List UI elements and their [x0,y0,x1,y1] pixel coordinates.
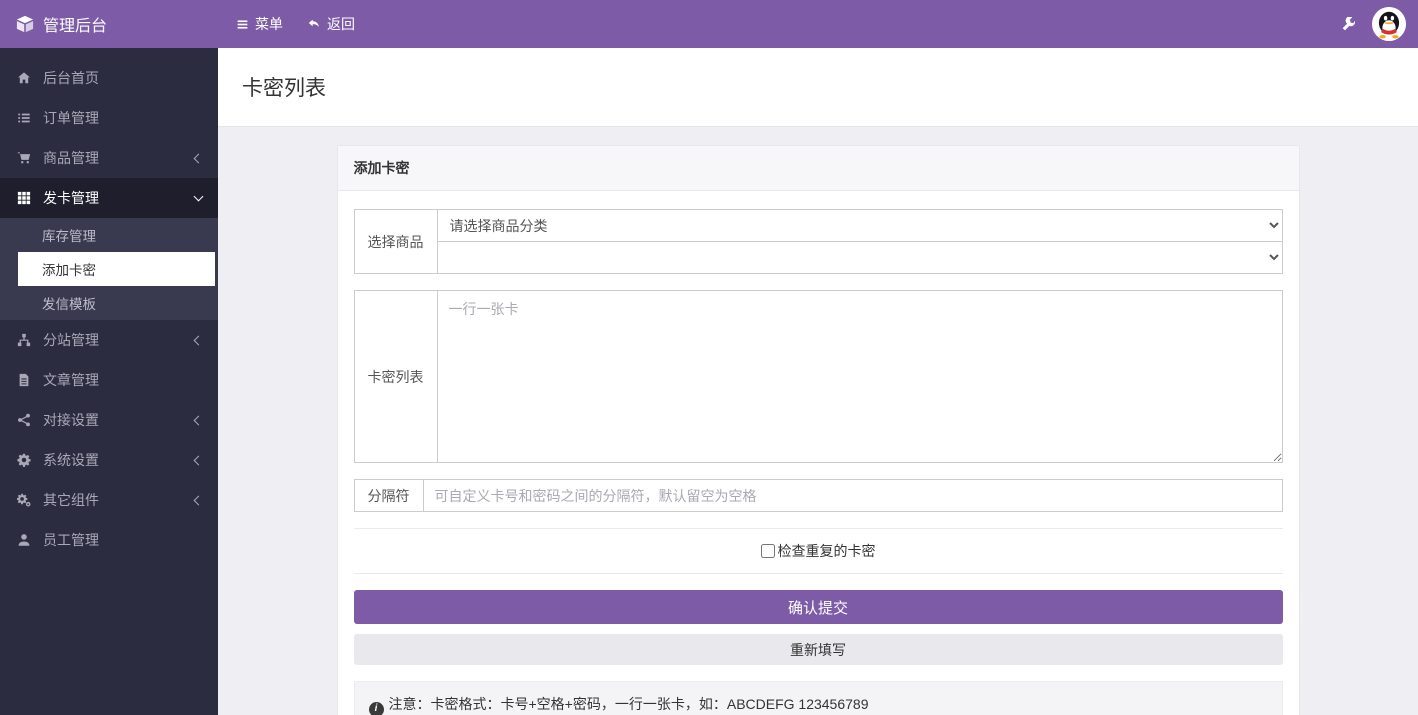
check-duplicates-row: 检查重复的卡密 [354,529,1283,573]
check-duplicates-label: 检查重复的卡密 [777,543,876,559]
note-line-1: 注意：卡密格式：卡号+空格+密码，一行一张卡，如：ABCDEFG 1234567… [388,696,869,712]
brand-title: 管理后台 [43,18,108,35]
card-list-row: 卡密列表 [353,290,1283,463]
user-icon [16,533,32,547]
sidebar-subitem-label: 添加卡密 [42,263,96,278]
menu-bars-icon [236,18,249,31]
product-category-select[interactable]: 请选择商品分类 [436,209,1283,242]
sidebar-item-label: 分站管理 [43,332,99,348]
cogs-icon [16,493,32,507]
product-selects: 请选择商品分类 [436,209,1283,274]
sitemap-icon [16,333,32,347]
card-management-submenu: 库存管理 添加卡密 发信模板 [0,218,218,320]
top-menu: 菜单 返回 [218,14,355,34]
panel-title: 添加卡密 [337,146,1299,191]
share-icon [16,413,32,427]
sidebar-item-label: 商品管理 [43,150,99,166]
sidebar-item-label: 订单管理 [43,110,99,126]
grid-icon [16,191,32,205]
topbar: 管理后台 菜单 返回 [0,0,1418,48]
sidebar-item-label: 对接设置 [43,412,99,428]
sidebar-item-staff[interactable]: 员工管理 [0,520,218,560]
gear-icon [16,453,32,467]
home-icon [16,71,32,85]
back-button[interactable]: 返回 [307,14,355,34]
sidebar-item-system-settings[interactable]: 系统设置 [0,440,218,480]
chevron-left-icon [193,335,204,345]
separator-input[interactable] [422,479,1283,512]
sidebar-subitem-mail-template[interactable]: 发信模板 [0,286,218,320]
brand-box-icon [16,15,34,33]
card-list-field [436,290,1283,463]
chevron-left-icon [193,495,204,505]
main: 卡密列表 添加卡密 选择商品 请选择商品分类 卡密列表 一行一张卡 分隔符 可自… [218,48,1418,715]
page-title: 卡密列表 [218,48,1418,127]
sidebar-item-dashboard[interactable]: 后台首页 [0,58,218,98]
product-select[interactable] [436,241,1283,274]
check-duplicates-checkbox[interactable] [760,544,775,558]
sidebar-item-products[interactable]: 商品管理 [0,138,218,178]
separator-label: 分隔符 [353,479,423,512]
sidebar-item-orders[interactable]: 订单管理 [0,98,218,138]
card-list-textarea[interactable] [436,290,1283,463]
panel-body: 选择商品 请选择商品分类 卡密列表 一行一张卡 分隔符 可自定义卡号和密码之间的… [338,191,1299,715]
menu-label: 菜单 [255,16,283,32]
avatar[interactable] [1372,7,1406,41]
sidebar-item-card-management[interactable]: 发卡管理 [0,178,218,218]
topbar-right [1341,7,1418,41]
document-icon [16,373,32,387]
menu-toggle[interactable]: 菜单 [236,14,283,34]
back-arrow-icon [307,17,321,31]
note-box: i 注意：卡密格式：卡号+空格+密码，一行一张卡，如：ABCDEFG 123456… [353,681,1283,715]
sidebar-item-articles[interactable]: 文章管理 [0,360,218,400]
sidebar-subitem-label: 库存管理 [42,229,96,244]
product-label: 选择商品 [353,209,437,274]
cart-icon [16,151,32,165]
sidebar-item-substation[interactable]: 分站管理 [0,320,218,360]
chevron-left-icon [193,415,204,425]
back-label: 返回 [327,16,355,32]
sidebar-subitem-label: 发信模板 [42,297,96,312]
submit-button[interactable]: 确认提交 [353,590,1283,624]
info-icon: i [368,701,384,715]
layout: 后台首页 订单管理 商品管理 发卡管理 库存管理 添加卡密 发信模板 分站管理 … [0,0,1418,715]
wrench-icon[interactable] [1341,16,1356,32]
separator-line [353,573,1283,574]
chevron-left-icon [193,153,204,163]
brand[interactable]: 管理后台 [0,0,218,48]
sidebar-item-label: 系统设置 [43,452,99,468]
separator-row: 分隔符 [353,479,1283,512]
sidebar: 后台首页 订单管理 商品管理 发卡管理 库存管理 添加卡密 发信模板 分站管理 … [0,48,218,715]
sidebar-subitem-inventory[interactable]: 库存管理 [0,218,218,252]
reset-button[interactable]: 重新填写 [353,634,1283,665]
sidebar-item-label: 文章管理 [43,372,99,388]
sidebar-item-label: 后台首页 [43,70,99,86]
chevron-left-icon [193,455,204,465]
sidebar-item-integration[interactable]: 对接设置 [0,400,218,440]
sidebar-item-label: 其它组件 [43,492,99,508]
sidebar-subitem-add-card[interactable]: 添加卡密 [18,252,215,286]
sidebar-item-label: 发卡管理 [43,190,99,206]
sidebar-item-other-components[interactable]: 其它组件 [0,480,218,520]
list-icon [16,111,32,125]
content: 添加卡密 选择商品 请选择商品分类 卡密列表 一行一张卡 分隔符 可自定义卡号和… [218,127,1418,715]
add-card-panel: 添加卡密 选择商品 请选择商品分类 卡密列表 一行一张卡 分隔符 可自定义卡号和… [336,145,1300,715]
product-select-row: 选择商品 请选择商品分类 [353,209,1283,274]
card-list-label: 卡密列表 [353,290,437,463]
chevron-down-icon [193,191,204,202]
sidebar-item-label: 员工管理 [43,532,99,548]
